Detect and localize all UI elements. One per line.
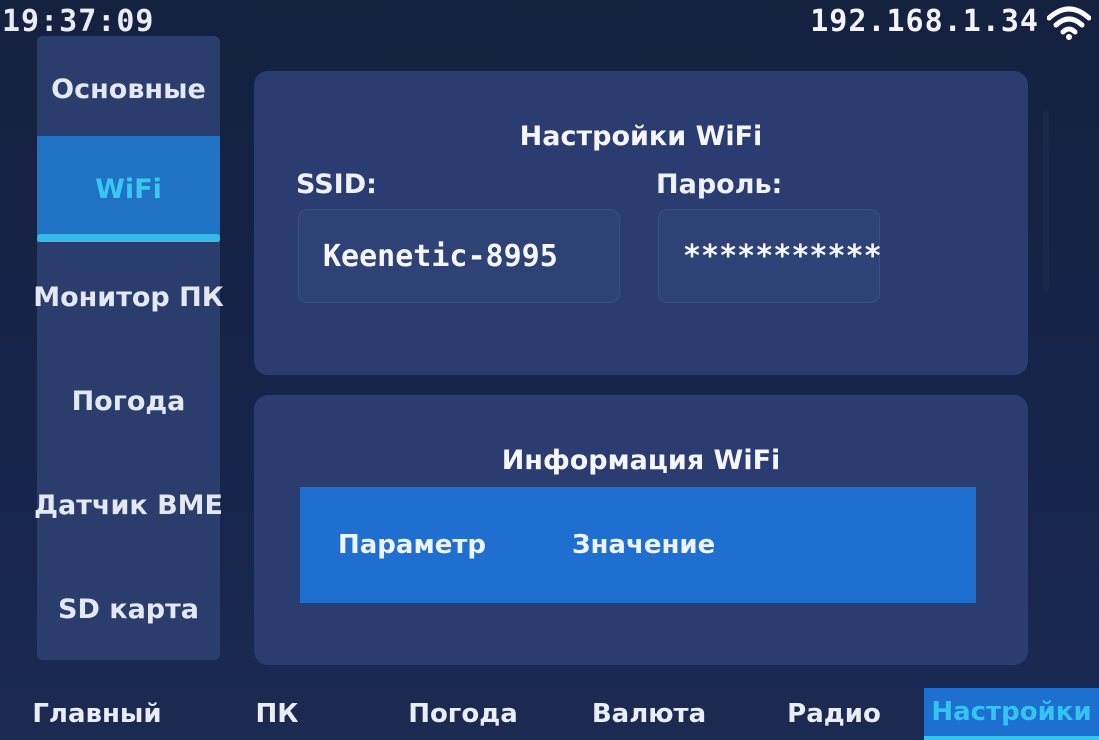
active-indicator bbox=[37, 234, 220, 242]
tab-radio[interactable]: Радио bbox=[774, 688, 894, 740]
wifi-settings-card: Настройки WiFi SSID: Пароль: Keenetic-89… bbox=[254, 71, 1028, 375]
tab-label: Погода bbox=[408, 699, 518, 729]
tab-label: ПК bbox=[255, 699, 299, 729]
bottom-tab-bar: Главный ПК Погода Валюта Радио Настройки bbox=[0, 688, 1099, 740]
sidebar-item-label: SD карта bbox=[58, 593, 199, 625]
tab-weather[interactable]: Погода bbox=[396, 688, 530, 740]
wifi-icon bbox=[1047, 6, 1091, 40]
password-label: Пароль: bbox=[656, 169, 783, 200]
clock: 19:37:09 bbox=[2, 4, 155, 39]
sidebar-item-bme-sensor[interactable]: Датчик BME bbox=[34, 470, 223, 540]
ssid-label: SSID: bbox=[296, 169, 377, 200]
tab-main[interactable]: Главный bbox=[22, 688, 172, 740]
sidebar-item-weather[interactable]: Погода bbox=[37, 366, 220, 436]
device-screen: 19:37:09 192.168.1.34 Основные WiFi Мони… bbox=[0, 0, 1099, 740]
wifi-info-table: Параметр Значение bbox=[300, 487, 976, 657]
sidebar-item-label: Погода bbox=[71, 385, 186, 417]
wifi-info-card: Информация WiFi Параметр Значение bbox=[254, 395, 1028, 665]
password-field[interactable]: *********** bbox=[658, 209, 882, 303]
tab-label: Настройки bbox=[931, 697, 1092, 727]
sidebar-item-label: Монитор ПК bbox=[33, 281, 224, 313]
ip-address: 192.168.1.34 bbox=[810, 4, 1039, 39]
table-body bbox=[300, 603, 976, 657]
column-header-value: Значение bbox=[572, 530, 716, 560]
tab-settings[interactable]: Настройки bbox=[924, 688, 1099, 740]
settings-sidebar: Основные WiFi Монитор ПК Погода Датчик B… bbox=[33, 36, 224, 660]
sidebar-item-label: Основные bbox=[51, 73, 206, 105]
column-header-parameter: Параметр bbox=[338, 530, 487, 560]
sidebar-item-sd-card[interactable]: SD карта bbox=[37, 574, 220, 644]
sidebar-item-label: Датчик BME bbox=[34, 489, 223, 521]
tab-label: Главный bbox=[32, 699, 162, 729]
tab-currency[interactable]: Валюта bbox=[582, 688, 716, 740]
sidebar-item-general[interactable]: Основные bbox=[37, 54, 220, 124]
wifi-settings-title: Настройки WiFi bbox=[519, 121, 763, 152]
wifi-info-title: Информация WiFi bbox=[501, 445, 781, 476]
scrollbar[interactable] bbox=[1043, 110, 1049, 290]
sidebar-item-label: WiFi bbox=[95, 173, 162, 205]
ssid-value: Keenetic-8995 bbox=[323, 238, 558, 274]
ssid-field[interactable]: Keenetic-8995 bbox=[298, 209, 620, 303]
password-value: *********** bbox=[683, 238, 882, 274]
tab-label: Радио bbox=[787, 699, 881, 729]
sidebar-item-pc-monitor[interactable]: Монитор ПК bbox=[33, 262, 224, 332]
tab-label: Валюта bbox=[591, 699, 707, 729]
tab-pc[interactable]: ПК bbox=[232, 688, 322, 740]
sidebar-item-wifi[interactable]: WiFi bbox=[37, 136, 220, 242]
table-header: Параметр Значение bbox=[300, 487, 976, 603]
